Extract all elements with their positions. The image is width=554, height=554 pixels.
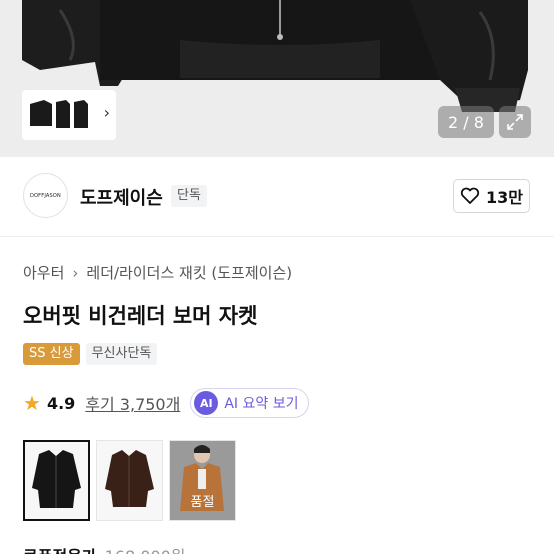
product-image-gallery[interactable]: › 2 / 8 — [0, 0, 554, 157]
color-option-black[interactable] — [23, 440, 90, 521]
price-row: 쿠폰적용가 168,000원 — [23, 543, 186, 554]
color-option-brown[interactable] — [96, 440, 163, 521]
brand-name[interactable]: 도프제이슨 — [80, 184, 163, 210]
product-title: 오버핏 비건레더 보머 자켓 — [23, 304, 258, 328]
jacket-thumbnail — [30, 100, 88, 128]
brand-logo[interactable]: DOFFJASON — [23, 173, 68, 218]
product-tags: SS 신상 무신사단독 — [23, 343, 158, 365]
review-link[interactable]: 후기 3,750개 — [85, 391, 180, 415]
expand-icon — [507, 114, 523, 130]
brand-row: DOFFJASON 도프제이슨 단독 13만 — [0, 170, 554, 224]
chevron-right-icon: › — [72, 263, 79, 282]
tag-ss-new: SS 신상 — [23, 343, 80, 365]
rating-score: 4.9 — [46, 393, 76, 413]
ai-icon: AI — [194, 391, 219, 415]
breadcrumb: 아우터 › 레더/라이더스 재킷 (도프제이슨) — [23, 262, 292, 283]
soldout-label: 품절 — [190, 495, 215, 510]
rating-row: ★ 4.9 후기 3,750개 AI AI 요약 보기 — [23, 388, 310, 418]
breadcrumb-subcategory[interactable]: 레더/라이더스 재킷 (도프제이슨) — [86, 262, 292, 283]
brown-jacket-thumbnail — [97, 441, 162, 520]
like-count: 13만 — [486, 188, 523, 207]
breadcrumb-category[interactable]: 아우터 — [23, 262, 64, 283]
image-counter: 2 / 8 — [438, 106, 494, 138]
section-divider — [0, 236, 554, 237]
tag-exclusive: 무신사단독 — [85, 343, 158, 365]
brand-exclusive-badge: 단독 — [171, 185, 207, 207]
black-jacket-thumbnail — [25, 442, 88, 519]
star-icon: ★ — [23, 391, 41, 415]
color-options: 품절 — [23, 440, 236, 521]
original-price: 168,000원 — [105, 543, 186, 554]
coupon-price-label[interactable]: 쿠폰적용가 — [23, 543, 97, 554]
expand-button[interactable] — [499, 106, 531, 138]
gallery-thumbnail-strip[interactable]: › — [22, 90, 116, 140]
chevron-right-icon[interactable]: › — [104, 103, 110, 122]
like-button[interactable]: 13만 — [453, 179, 530, 213]
color-option-camel[interactable]: 품절 — [169, 440, 236, 521]
ai-summary-button[interactable]: AI AI 요약 보기 — [190, 388, 310, 418]
ai-summary-label: AI 요약 보기 — [224, 396, 299, 412]
heart-icon — [460, 187, 480, 204]
